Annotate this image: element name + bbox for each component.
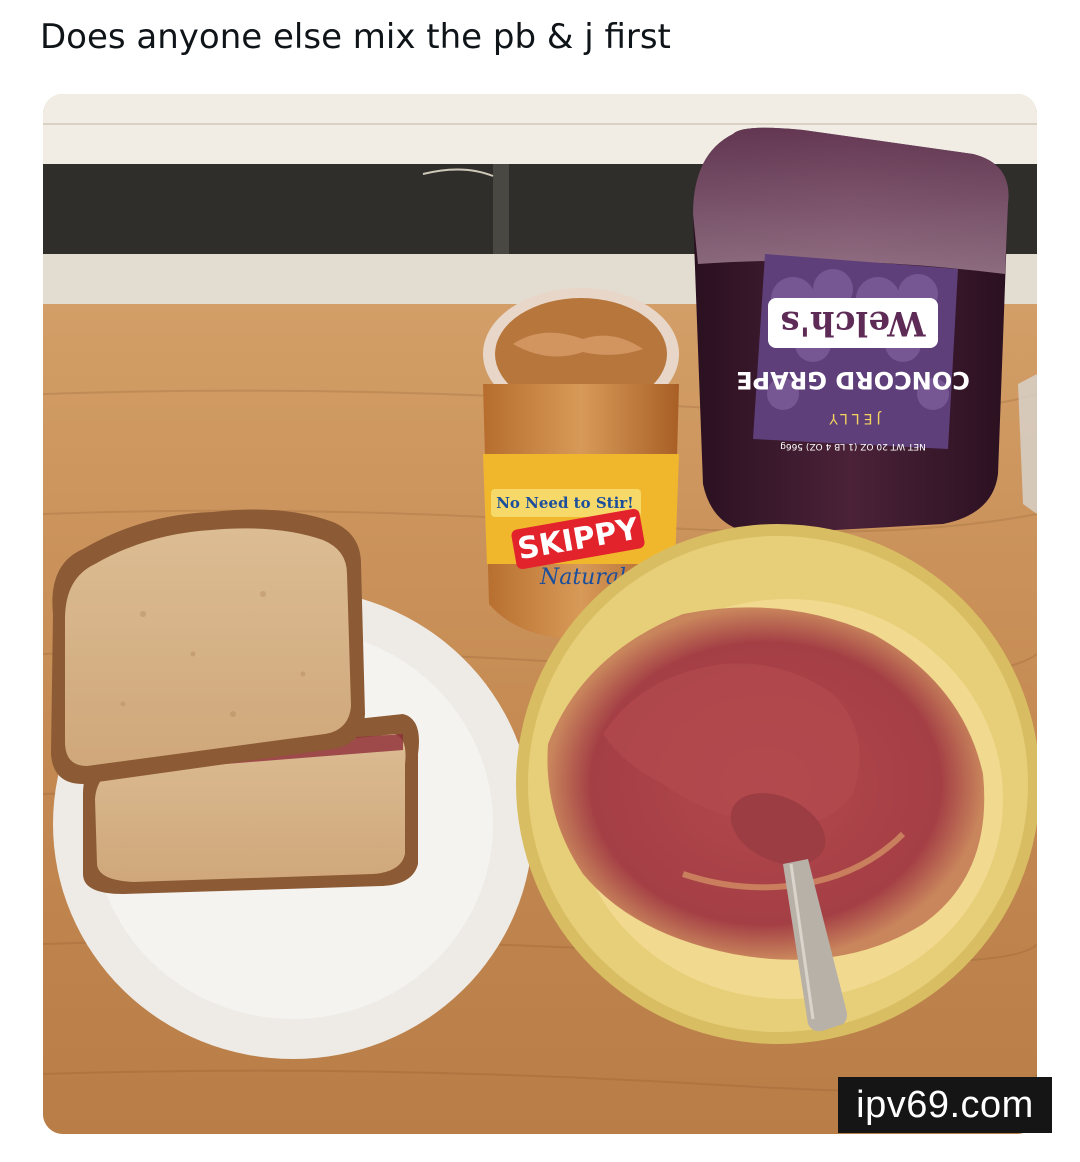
jelly-variety: CONCORD GRAPE	[736, 366, 970, 394]
jelly-type: JELLY	[825, 410, 881, 426]
jelly-brand: Welch's	[781, 303, 927, 343]
pb-tagline: No Need to Stir!	[496, 494, 634, 512]
watermark: ipv69.com	[838, 1077, 1052, 1133]
post-photo[interactable]: NET WT 20 OZ (1 LB 4 OZ) 566g JELLY CONC…	[43, 94, 1037, 1134]
jelly-bottle: NET WT 20 OZ (1 LB 4 OZ) 566g JELLY CONC…	[693, 127, 1009, 534]
post-text: Does anyone else mix the pb & j first	[40, 17, 671, 57]
photo-illustration: NET WT 20 OZ (1 LB 4 OZ) 566g JELLY CONC…	[43, 94, 1037, 1134]
mixing-bowl	[516, 524, 1037, 1044]
jelly-weight: NET WT 20 OZ (1 LB 4 OZ) 566g	[780, 441, 926, 451]
